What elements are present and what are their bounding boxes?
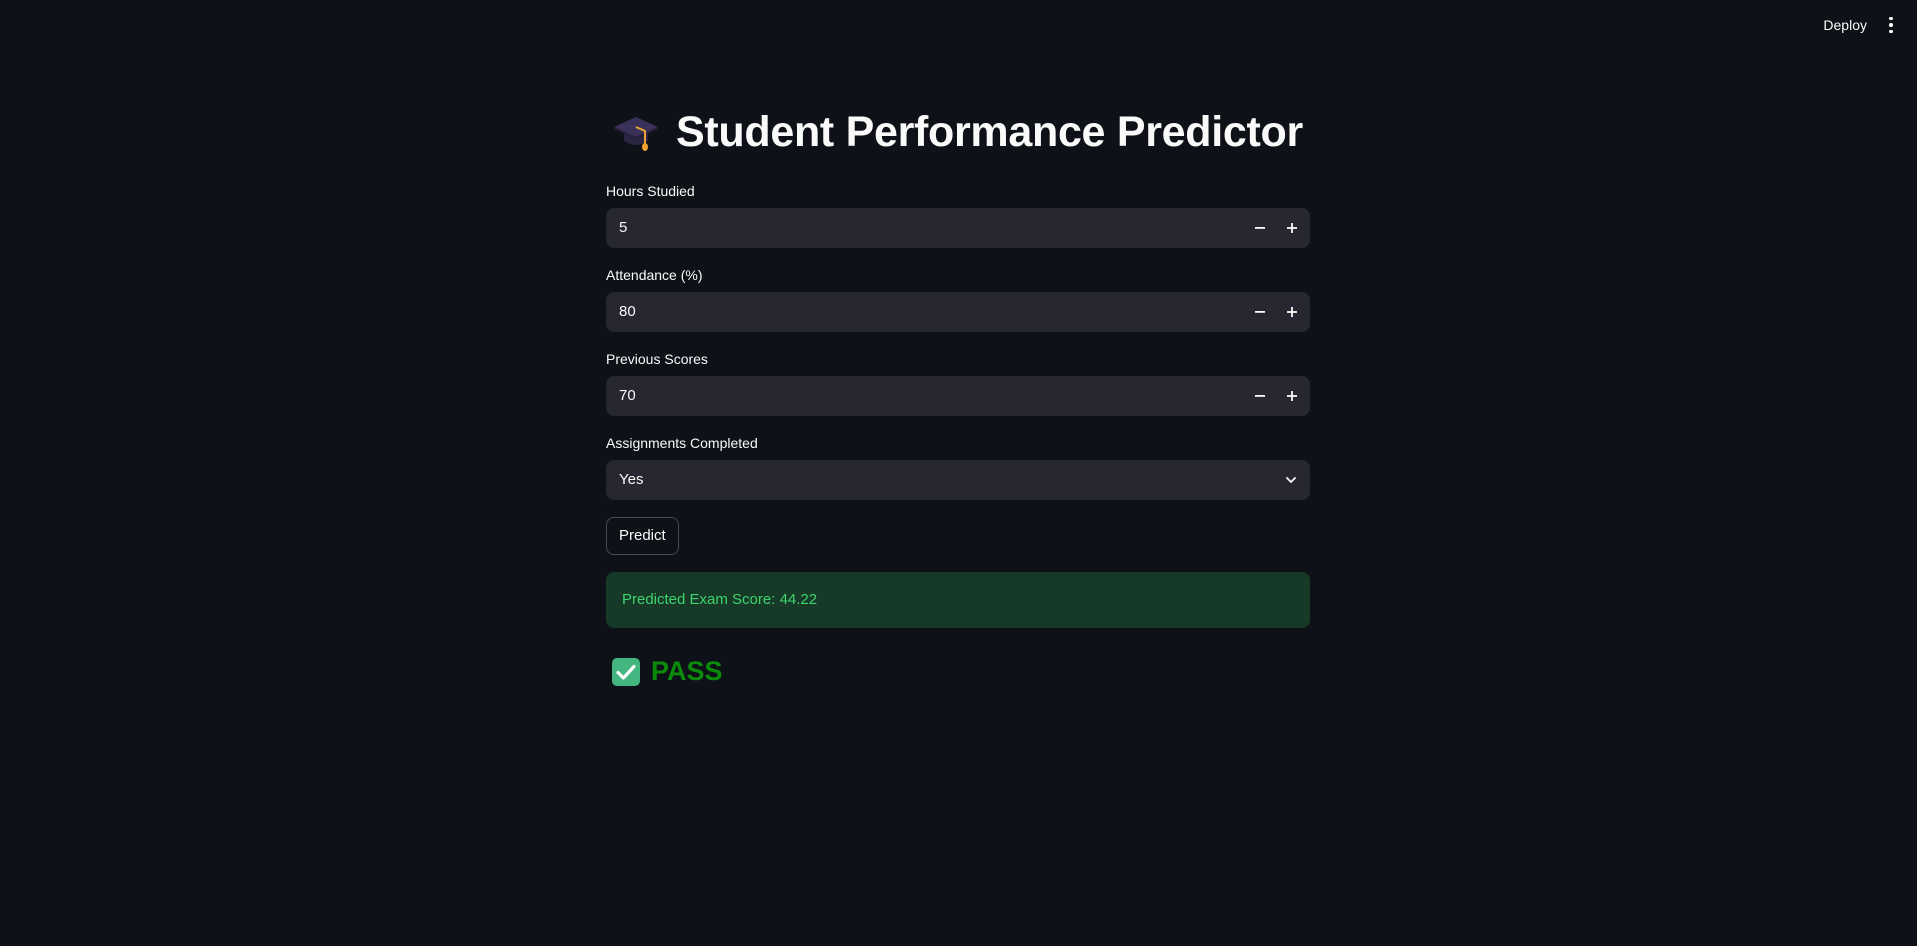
minus-icon bbox=[1255, 311, 1265, 313]
chevron-down-icon bbox=[1286, 477, 1296, 483]
pass-status-text: PASS bbox=[651, 656, 723, 686]
attendance-value[interactable]: 80 bbox=[619, 292, 636, 332]
previous-increment-button[interactable] bbox=[1276, 376, 1308, 416]
assignments-selected-value: Yes bbox=[619, 471, 644, 488]
assignments-select[interactable]: Yes bbox=[606, 460, 1310, 500]
attendance-input[interactable]: 80 bbox=[606, 292, 1310, 332]
previous-scores-label: Previous Scores bbox=[606, 351, 708, 367]
top-header: Deploy bbox=[0, 0, 1917, 50]
plus-icon bbox=[1287, 307, 1297, 317]
predict-button[interactable]: Predict bbox=[606, 517, 679, 555]
plus-icon bbox=[1287, 391, 1297, 401]
attendance-decrement-button[interactable] bbox=[1244, 292, 1276, 332]
minus-icon bbox=[1255, 395, 1265, 397]
more-vertical-icon[interactable] bbox=[1883, 12, 1899, 38]
check-box-icon bbox=[612, 657, 640, 686]
assignments-label: Assignments Completed bbox=[606, 435, 758, 451]
pass-status: PASS bbox=[611, 656, 723, 687]
menu-dot bbox=[1889, 23, 1893, 27]
previous-decrement-button[interactable] bbox=[1244, 376, 1276, 416]
attendance-increment-button[interactable] bbox=[1276, 292, 1308, 332]
minus-icon bbox=[1255, 227, 1265, 229]
menu-dot bbox=[1889, 16, 1893, 21]
prediction-result-alert: Predicted Exam Score: 44.22 bbox=[606, 572, 1310, 628]
menu-dot bbox=[1889, 29, 1893, 34]
deploy-button[interactable]: Deploy bbox=[1815, 12, 1875, 38]
attendance-label: Attendance (%) bbox=[606, 267, 703, 283]
hours-studied-input[interactable]: 5 bbox=[606, 208, 1310, 248]
hours-studied-label: Hours Studied bbox=[606, 183, 695, 199]
page-title: Student Performance Predictor bbox=[676, 108, 1303, 156]
plus-icon bbox=[1287, 223, 1297, 233]
page-title-row: Student Performance Predictor bbox=[612, 108, 1303, 157]
prediction-result-text: Predicted Exam Score: 44.22 bbox=[622, 591, 818, 608]
hours-decrement-button[interactable] bbox=[1244, 208, 1276, 248]
previous-scores-value[interactable]: 70 bbox=[619, 376, 636, 416]
hours-increment-button[interactable] bbox=[1276, 208, 1308, 248]
hours-studied-value[interactable]: 5 bbox=[619, 208, 627, 248]
graduation-cap-icon bbox=[614, 116, 658, 151]
previous-scores-input[interactable]: 70 bbox=[606, 376, 1310, 416]
